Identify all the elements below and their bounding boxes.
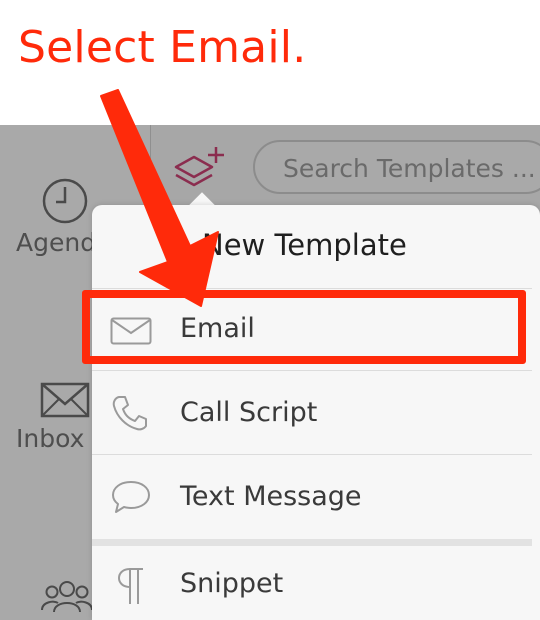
instruction-text: Select Email. (18, 22, 307, 73)
menu-item-call-script[interactable]: Call Script (92, 370, 532, 452)
search-templates-input[interactable]: Search Templates ... (253, 140, 540, 194)
email-highlight-box (82, 290, 526, 364)
menu-section-divider (92, 539, 532, 546)
pilcrow-icon (117, 568, 143, 604)
menu-item-snippet[interactable]: Snippet (92, 546, 532, 620)
menu-item-label: Text Message (180, 481, 362, 512)
sidebar-item-label: Inbox (16, 424, 85, 453)
envelope-icon (40, 382, 90, 418)
popup-title: New Template (202, 228, 407, 262)
menu-item-label: Call Script (180, 397, 318, 428)
phone-icon (112, 396, 147, 431)
layers-plus-icon (174, 147, 224, 187)
chat-bubble-icon (112, 481, 150, 513)
clock-icon (42, 178, 88, 224)
search-placeholder: Search Templates ... (283, 154, 536, 183)
people-icon (41, 581, 93, 613)
menu-item-label: Snippet (180, 568, 284, 599)
new-template-button[interactable] (172, 145, 232, 195)
menu-item-text-message[interactable]: Text Message (92, 454, 532, 536)
